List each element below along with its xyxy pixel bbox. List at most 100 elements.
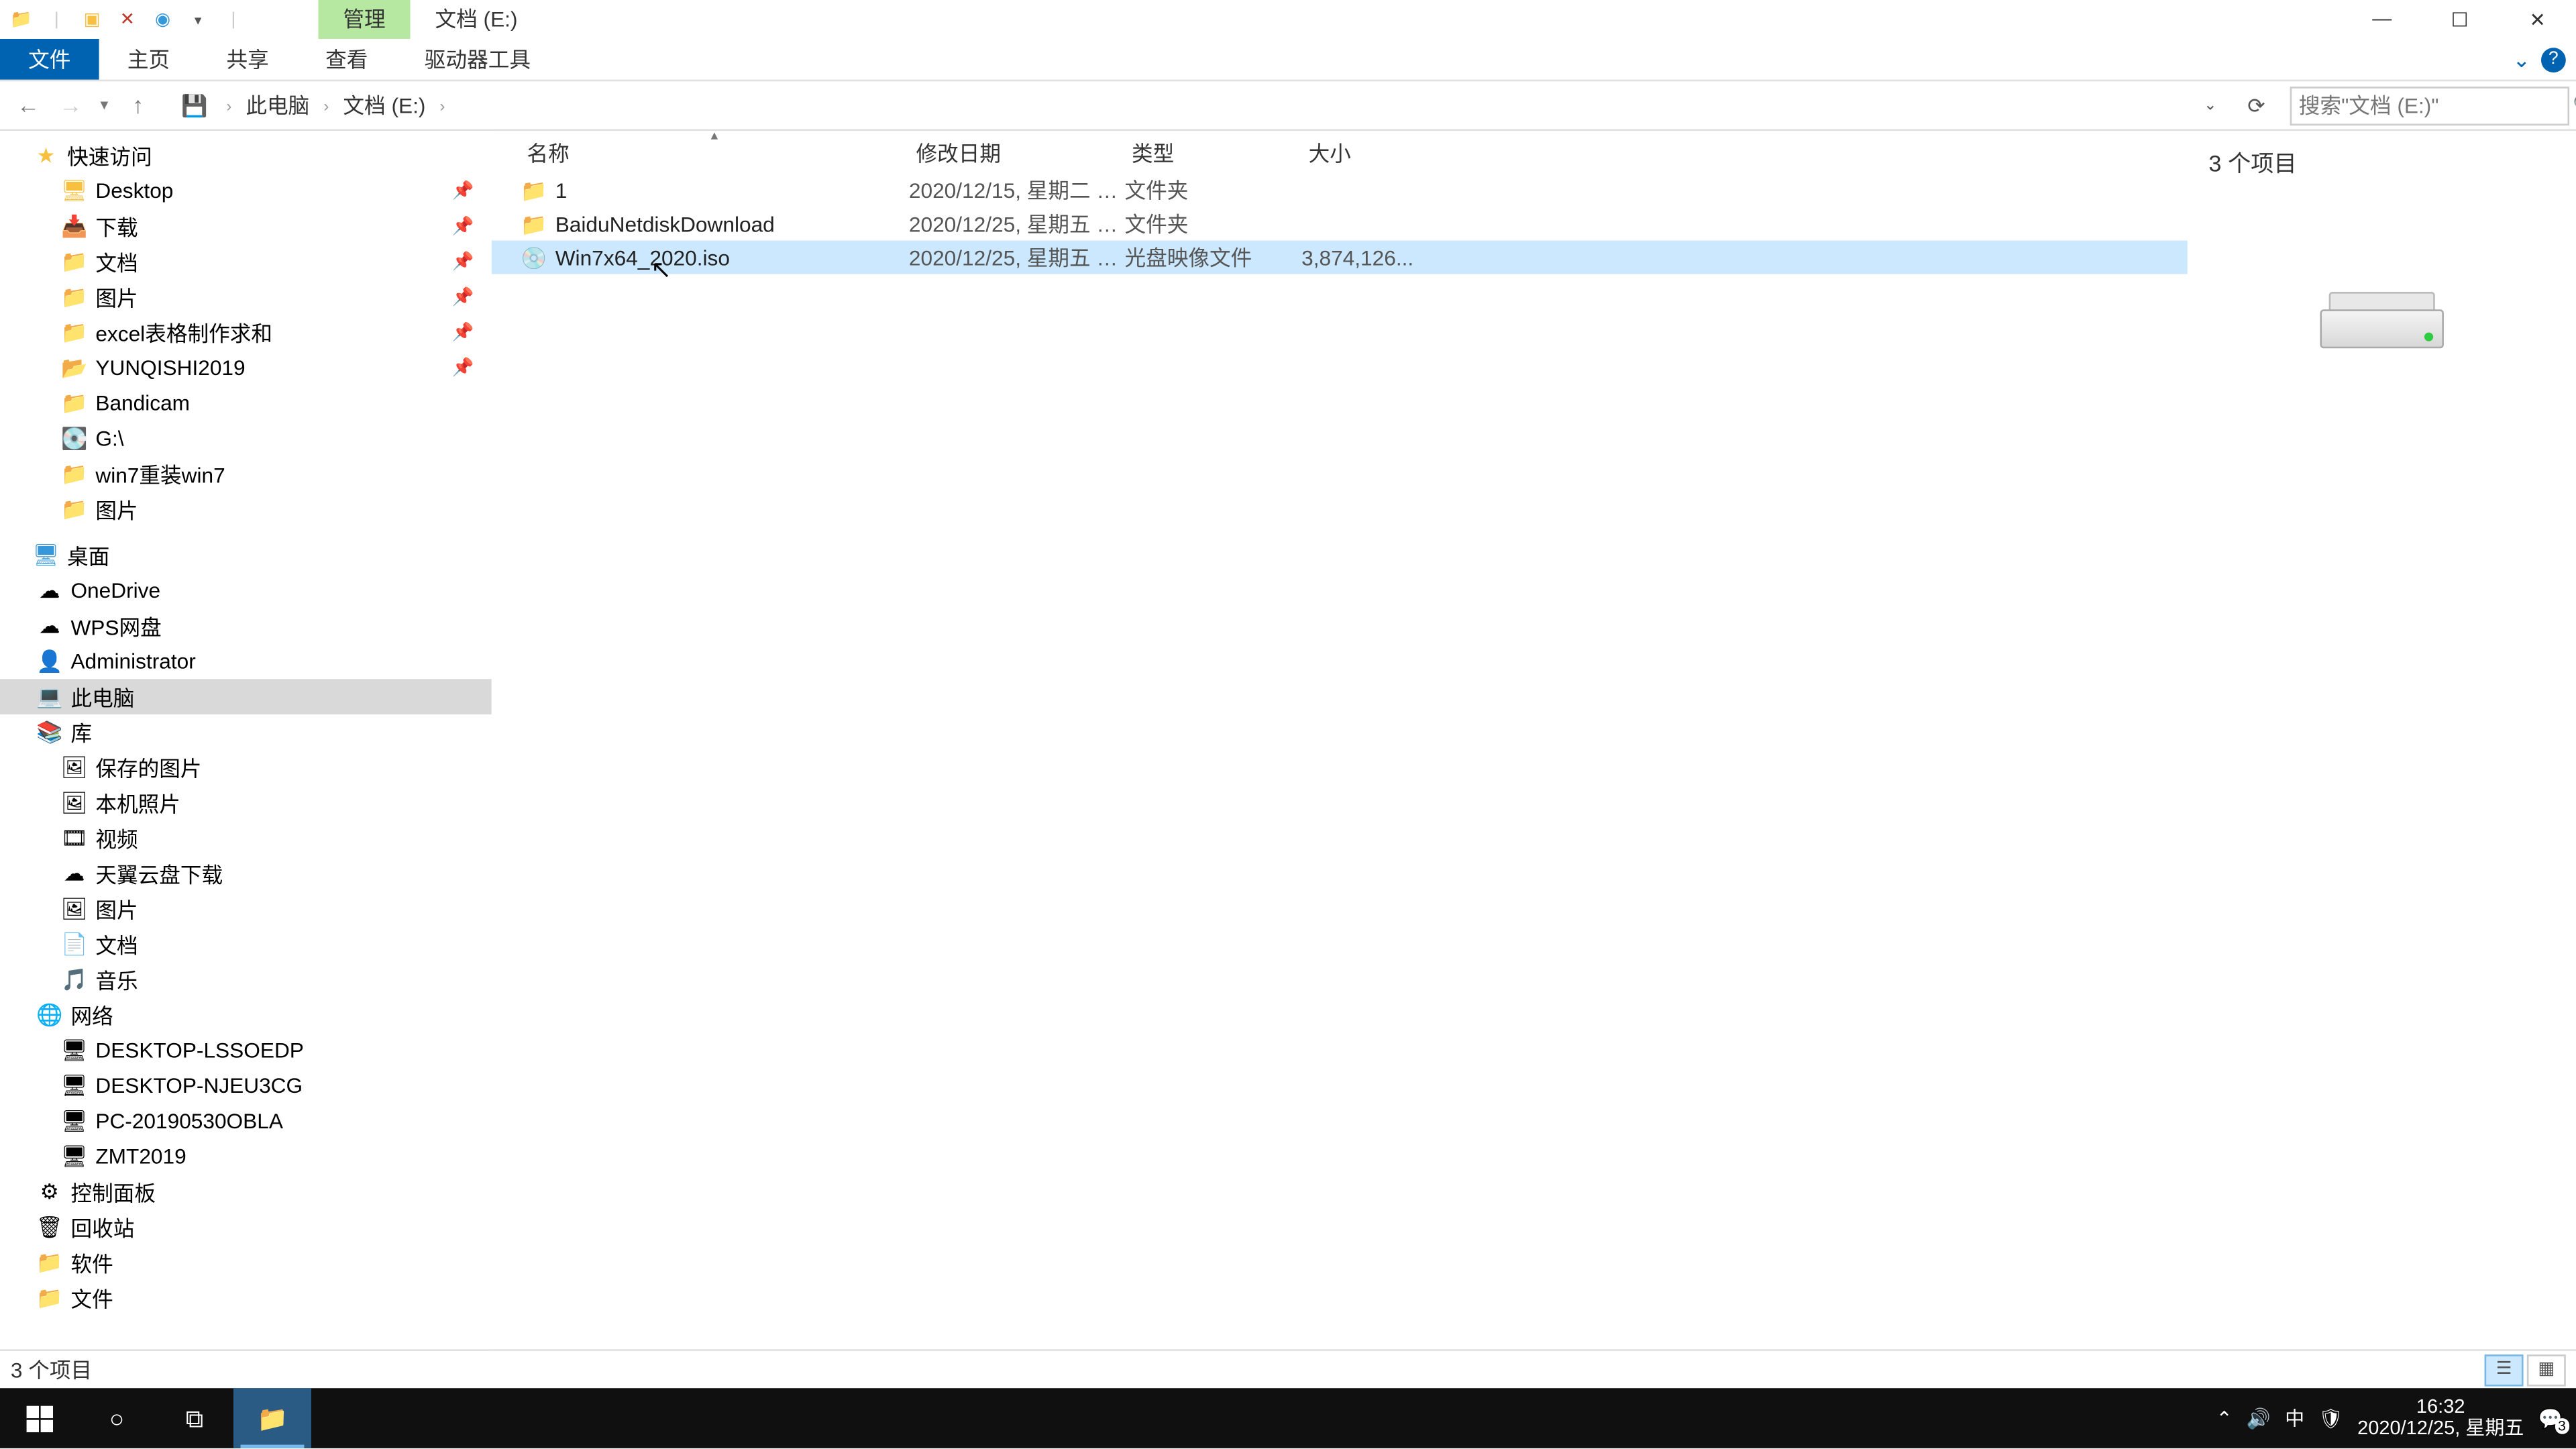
- nav-item-label: 天翼云盘下载: [95, 859, 223, 889]
- tray-security-icon[interactable]: 🛡: [2318, 1407, 2343, 1430]
- refresh-button[interactable]: ⟳: [2237, 86, 2276, 125]
- search-box[interactable]: 🔍: [2290, 86, 2569, 125]
- nav-item[interactable]: 🖼图片: [0, 892, 492, 927]
- nav-item[interactable]: 🖥DESKTOP-NJEU3CG: [0, 1068, 492, 1104]
- nav-item[interactable]: 🖼本机照片: [0, 785, 492, 820]
- file-row[interactable]: 💿Win7x64_2020.iso2020/12/25, 星期五 1...光盘映…: [492, 240, 2188, 274]
- folder-icon: 💽: [60, 425, 89, 453]
- nav-item-label: 软件: [70, 1248, 113, 1278]
- pictures-icon: 🖼: [60, 789, 89, 817]
- nav-item[interactable]: 👤Administrator: [0, 644, 492, 680]
- nav-item[interactable]: 🖥ZMT2019: [0, 1139, 492, 1175]
- file-size: 3,874,126...: [1301, 245, 1411, 270]
- pictures-icon: 🖼: [60, 753, 89, 782]
- drive-thumbnail: [2320, 284, 2444, 355]
- nav-item-label: 控制面板: [70, 1177, 156, 1207]
- nav-group-quick-access[interactable]: ★ 快速访问: [0, 138, 492, 174]
- folder-icon: 📁: [520, 176, 548, 204]
- tray-ime-indicator[interactable]: 中: [2285, 1404, 2304, 1432]
- qat-properties-icon[interactable]: ▣: [78, 5, 106, 34]
- nav-item[interactable]: 📁图片: [0, 492, 492, 527]
- ribbon-tab-drive-tools[interactable]: 驱动器工具: [396, 39, 559, 80]
- nav-item[interactable]: 📁Bandicam: [0, 386, 492, 421]
- nav-group-desktop[interactable]: 🖥 桌面: [0, 537, 492, 573]
- nav-item[interactable]: 📂YUNQISHI2019📌: [0, 350, 492, 386]
- crumb-sep-icon[interactable]: ›: [433, 97, 452, 114]
- crumb-sep-icon[interactable]: ›: [219, 97, 239, 114]
- view-details-button[interactable]: ☰: [2485, 1354, 2524, 1385]
- column-type[interactable]: 类型: [1124, 137, 1301, 167]
- tray-overflow-icon[interactable]: ⌃: [2216, 1407, 2233, 1430]
- nav-item[interactable]: 📄文档: [0, 926, 492, 962]
- action-center-button[interactable]: 💬3: [2538, 1407, 2562, 1430]
- nav-item[interactable]: ☁天翼云盘下载: [0, 856, 492, 892]
- nav-item[interactable]: 🖥Desktop📌: [0, 173, 492, 209]
- taskbar-clock[interactable]: 16:32 2020/12/25, 星期五: [2357, 1397, 2524, 1440]
- back-button[interactable]: ←: [7, 84, 50, 126]
- navigation-pane[interactable]: ★ 快速访问 🖥Desktop📌📥下载📌📁文档📌📁图片📌📁excel表格制作求和…: [0, 131, 492, 1349]
- address-breadcrumb[interactable]: 💾 › 此电脑 › 文档 (E:) ›: [173, 90, 2198, 120]
- search-input[interactable]: [2299, 93, 2573, 117]
- nav-item[interactable]: 🖥PC-20190530OBLA: [0, 1104, 492, 1139]
- file-rows[interactable]: ↖ 📁12020/12/15, 星期二 1...文件夹📁BaiduNetdisk…: [492, 173, 2188, 1349]
- view-large-icons-button[interactable]: ▦: [2527, 1354, 2566, 1385]
- nav-item-label: G:\: [95, 426, 123, 451]
- help-icon[interactable]: ?: [2541, 47, 2566, 72]
- taskbar-search-button[interactable]: ○: [78, 1388, 156, 1448]
- tray-volume-icon[interactable]: 🔊: [2247, 1407, 2271, 1430]
- address-dropdown-icon[interactable]: ⌄: [2198, 84, 2223, 126]
- nav-item[interactable]: 🖥DESKTOP-LSSOEDP: [0, 1032, 492, 1068]
- folder-icon: 📁: [36, 1284, 64, 1312]
- nav-item[interactable]: ⚙控制面板: [0, 1174, 492, 1210]
- file-row[interactable]: 📁BaiduNetdiskDownload2020/12/25, 星期五 1..…: [492, 207, 2188, 240]
- qat-new-folder-icon[interactable]: ✕: [113, 5, 142, 34]
- nav-item[interactable]: 🎞视频: [0, 820, 492, 856]
- nav-item[interactable]: 📥下载📌: [0, 209, 492, 244]
- column-date[interactable]: 修改日期: [909, 137, 1125, 167]
- column-size[interactable]: 大小: [1301, 137, 1411, 167]
- ribbon: 文件 主页 共享 查看 驱动器工具 ⌄ ?: [0, 39, 2576, 81]
- minimize-button[interactable]: —: [2343, 0, 2421, 39]
- nav-item[interactable]: 📁图片📌: [0, 279, 492, 315]
- ribbon-tab-home[interactable]: 主页: [99, 39, 199, 80]
- nav-item[interactable]: ☁OneDrive: [0, 573, 492, 608]
- ribbon-tab-view[interactable]: 查看: [297, 39, 396, 80]
- qat-dropdown-icon[interactable]: ▾: [184, 5, 212, 34]
- ribbon-tab-file[interactable]: 文件: [0, 39, 99, 80]
- nav-item[interactable]: 🗑回收站: [0, 1210, 492, 1245]
- nav-item[interactable]: 💽G:\: [0, 421, 492, 456]
- nav-item-label: win7重装win7: [95, 459, 225, 489]
- nav-item[interactable]: 📁文档📌: [0, 244, 492, 280]
- forward-button[interactable]: →: [50, 84, 92, 126]
- ribbon-tab-share[interactable]: 共享: [198, 39, 297, 80]
- crumb-this-pc[interactable]: 此电脑: [242, 90, 313, 120]
- folder-icon: 📥: [60, 212, 89, 240]
- nav-item[interactable]: 📁软件: [0, 1245, 492, 1281]
- nav-item[interactable]: 🖼保存的图片: [0, 750, 492, 786]
- crumb-sep-icon[interactable]: ›: [317, 97, 336, 114]
- search-icon[interactable]: 🔍: [2573, 94, 2576, 117]
- pin-icon: 📌: [452, 181, 474, 201]
- ribbon-collapse-icon[interactable]: ⌄: [2513, 47, 2531, 72]
- taskbar-file-explorer[interactable]: 📁: [233, 1388, 311, 1448]
- file-row[interactable]: 📁12020/12/15, 星期二 1...文件夹: [492, 173, 2188, 207]
- qat-undo-icon[interactable]: ◉: [148, 5, 176, 34]
- crumb-drive[interactable]: 文档 (E:): [339, 90, 429, 120]
- task-view-button[interactable]: ⧉: [156, 1388, 233, 1448]
- taskbar: ○ ⧉ 📁 ⌃ 🔊 中 🛡 16:32 2020/12/25, 星期五 💬3: [0, 1388, 2576, 1448]
- up-button[interactable]: ↑: [117, 84, 159, 126]
- nav-item[interactable]: 🎵音乐: [0, 962, 492, 998]
- nav-item[interactable]: 🌐网络: [0, 998, 492, 1033]
- nav-item[interactable]: 📁excel表格制作求和📌: [0, 315, 492, 350]
- nav-item[interactable]: 💻此电脑: [0, 679, 492, 714]
- nav-item[interactable]: ☁WPS网盘: [0, 608, 492, 644]
- nav-item[interactable]: 📁文件: [0, 1280, 492, 1316]
- start-button[interactable]: [0, 1388, 78, 1448]
- column-name[interactable]: 名称 ▴: [520, 137, 909, 167]
- close-button[interactable]: ✕: [2499, 0, 2576, 39]
- nav-item[interactable]: 📚库: [0, 714, 492, 750]
- maximize-button[interactable]: ☐: [2421, 0, 2499, 39]
- music-icon: 🎵: [60, 965, 89, 994]
- recent-locations-icon[interactable]: ▾: [92, 84, 117, 126]
- nav-item[interactable]: 📁win7重装win7: [0, 456, 492, 492]
